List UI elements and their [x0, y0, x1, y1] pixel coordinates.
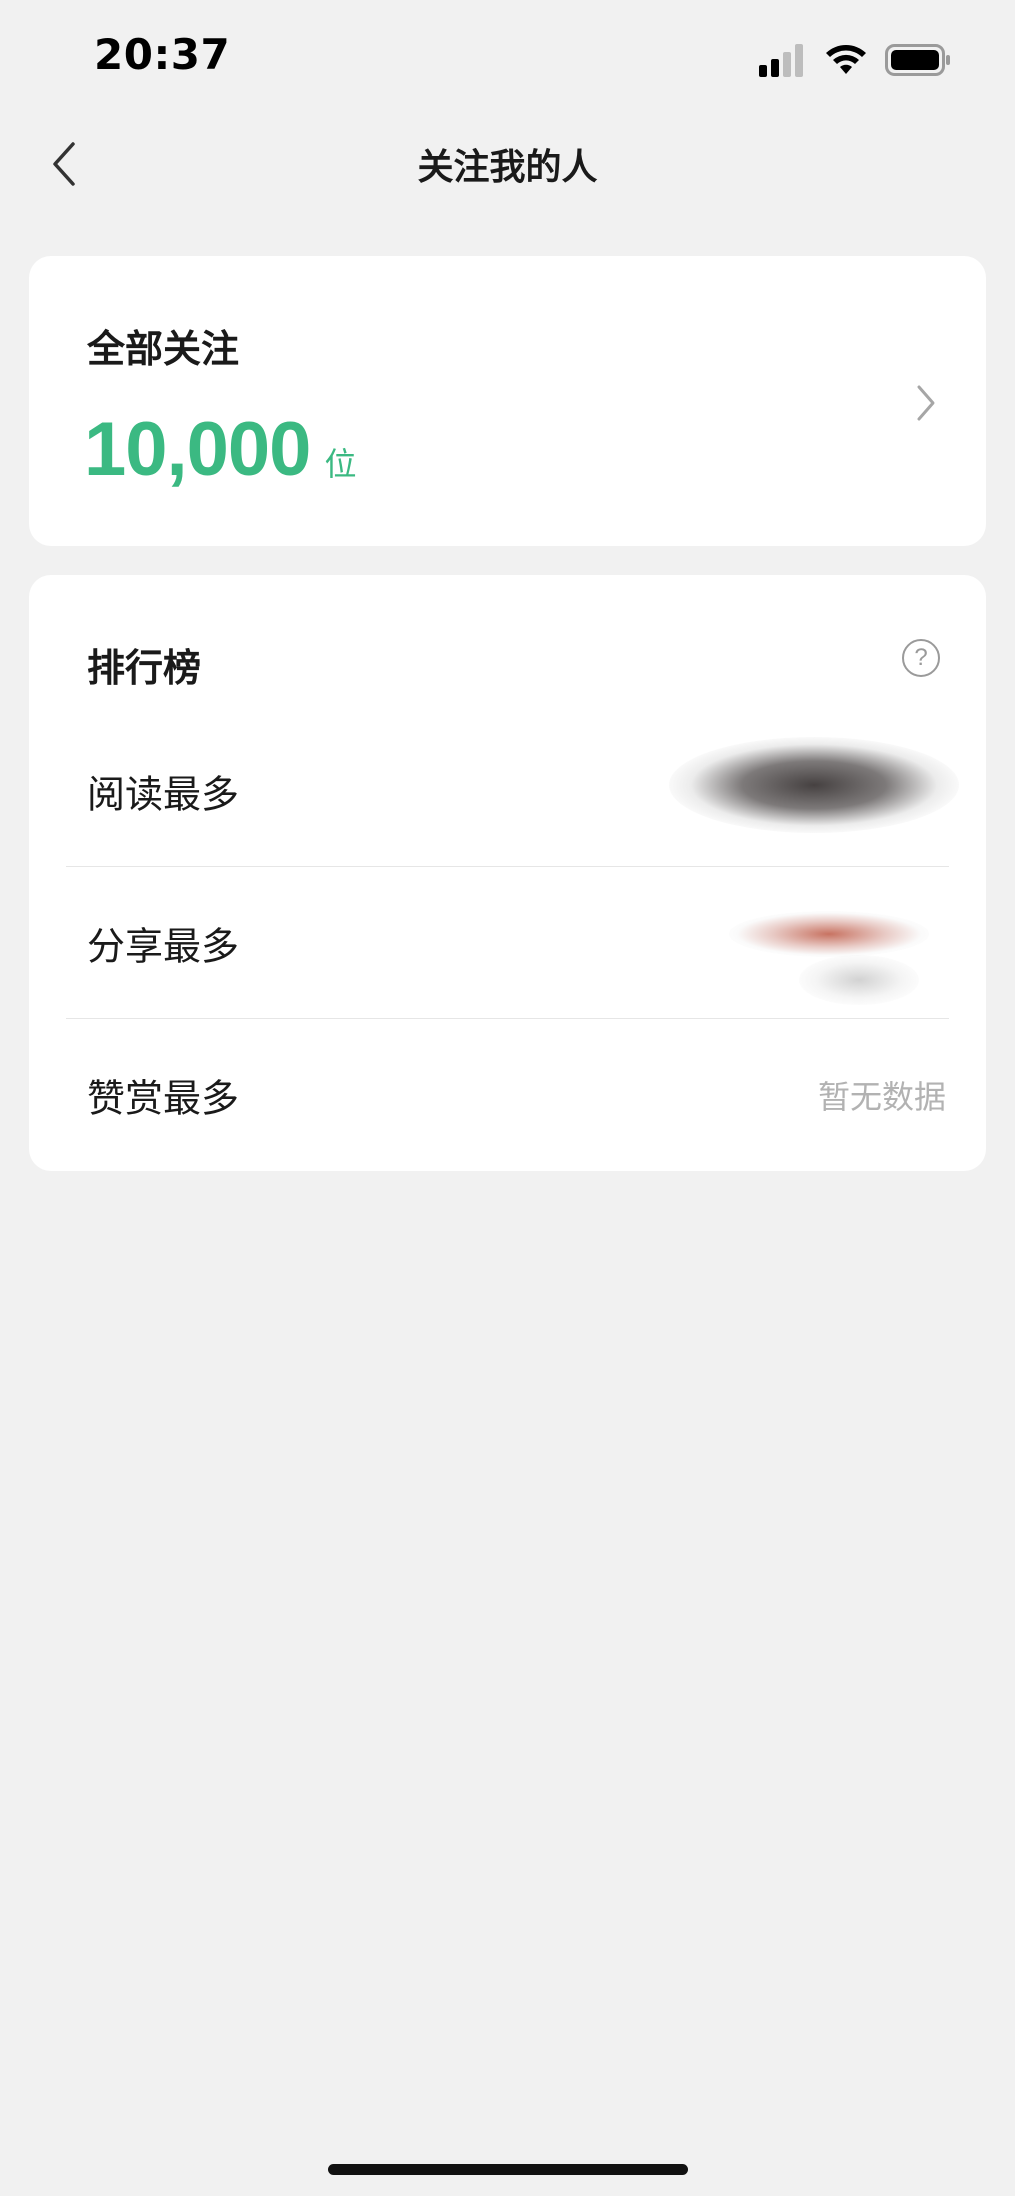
wifi-icon: [826, 45, 866, 74]
redacted-content: [729, 911, 929, 957]
rank-row-label: 阅读最多: [87, 772, 240, 817]
redacted-content: [799, 955, 919, 1005]
rank-row-value: 暂无数据: [817, 1078, 946, 1116]
status-bar: 20:37: [0, 0, 1015, 118]
redacted-content: [669, 737, 959, 833]
home-indicator[interactable]: [328, 2164, 688, 2175]
rank-row-most-tipped[interactable]: 赞赏最多 暂无数据: [29, 1019, 986, 1171]
total-followers-label: 全部关注: [87, 327, 240, 371]
question-circle-icon[interactable]: ?: [902, 639, 940, 677]
follower-count-unit: 位: [324, 445, 357, 483]
rank-row-most-shared[interactable]: 分享最多: [29, 867, 986, 1019]
rank-row-most-read[interactable]: 阅读最多: [29, 715, 986, 867]
battery-icon: [885, 44, 950, 76]
follower-count: 10,000 位: [84, 406, 356, 493]
total-followers-card[interactable]: 全部关注 10,000 位: [29, 256, 986, 546]
cellular-signal-icon: [759, 44, 803, 77]
ranking-title: 排行榜: [87, 646, 202, 690]
rank-row-label: 分享最多: [87, 924, 240, 969]
rank-row-label: 赞赏最多: [87, 1076, 240, 1121]
status-icons: [759, 40, 951, 80]
follower-count-number: 10,000: [84, 407, 311, 492]
status-time: 20:37: [94, 30, 231, 79]
nav-bar: 关注我的人: [0, 118, 1015, 210]
page-title: 关注我的人: [417, 147, 598, 188]
chevron-right-icon: [917, 385, 935, 421]
ranking-card: 排行榜 ? 阅读最多 分享最多 赞赏最多 暂无数据: [29, 575, 986, 1171]
screen: 20:37 关注我的人 全部关注 10,000 位 排行榜 ? 阅读最多 分享最…: [0, 0, 1015, 2196]
total-followers-chevron[interactable]: [906, 378, 946, 428]
